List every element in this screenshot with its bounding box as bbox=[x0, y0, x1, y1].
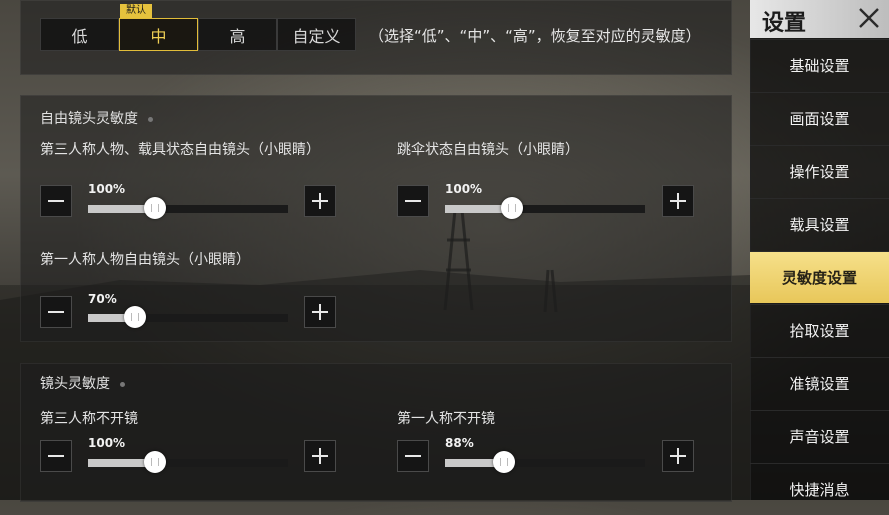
value-label: 100% bbox=[88, 182, 126, 196]
decrease-button[interactable] bbox=[40, 296, 72, 328]
setting-label-fpp-free-camera: 第一人称人物自由镜头（小眼睛） bbox=[40, 252, 250, 268]
increase-button[interactable] bbox=[304, 440, 336, 472]
plus-icon bbox=[312, 304, 328, 320]
minus-icon bbox=[48, 455, 64, 457]
sidebar-item-scope[interactable]: 准镜设置 bbox=[750, 357, 889, 409]
preset-custom-button[interactable]: 自定义 bbox=[277, 18, 356, 51]
setting-label-parachute-free-camera: 跳伞状态自由镜头（小眼睛） bbox=[397, 142, 579, 158]
setting-label-tpp-no-scope: 第三人称不开镜 bbox=[40, 411, 138, 427]
slider-track[interactable] bbox=[445, 451, 645, 473]
preset-selector: 低 中 高 自定义 bbox=[40, 18, 356, 51]
decrease-button[interactable] bbox=[40, 185, 72, 217]
plus-icon bbox=[670, 448, 686, 464]
minus-icon bbox=[48, 311, 64, 313]
decrease-button[interactable] bbox=[397, 440, 429, 472]
slider-track[interactable] bbox=[88, 451, 288, 473]
value-label: 100% bbox=[88, 436, 126, 450]
value-label: 70% bbox=[88, 292, 117, 306]
preset-medium-button[interactable]: 中 bbox=[119, 18, 198, 51]
preset-high-button[interactable]: 高 bbox=[198, 18, 277, 51]
setting-label-fpp-no-scope: 第一人称不开镜 bbox=[397, 411, 495, 427]
sidebar-header: 设置 bbox=[750, 0, 889, 38]
sidebar-item-sensitivity[interactable]: 灵敏度设置 bbox=[750, 251, 889, 303]
value-label: 100% bbox=[445, 182, 483, 196]
free-camera-panel bbox=[20, 95, 732, 342]
close-icon[interactable] bbox=[857, 6, 881, 30]
increase-button[interactable] bbox=[662, 440, 694, 472]
plus-icon bbox=[312, 448, 328, 464]
default-badge: 默认 bbox=[120, 4, 152, 18]
slider-thumb[interactable] bbox=[143, 451, 166, 473]
decrease-button[interactable] bbox=[397, 185, 429, 217]
slider-thumb[interactable] bbox=[500, 197, 523, 219]
preset-note: （选择“低”、“中”、“高”，恢复至对应的灵敏度） bbox=[369, 27, 701, 45]
plus-icon bbox=[670, 193, 686, 209]
slider-track[interactable] bbox=[88, 197, 288, 219]
sidebar-item-graphics[interactable]: 画面设置 bbox=[750, 92, 889, 144]
sidebar-item-vehicle[interactable]: 载具设置 bbox=[750, 198, 889, 250]
camera-title: 镜头灵敏度 bbox=[40, 373, 125, 393]
increase-button[interactable] bbox=[662, 185, 694, 217]
slider-thumb[interactable] bbox=[143, 197, 166, 219]
slider-track[interactable] bbox=[445, 197, 645, 219]
camera-panel bbox=[20, 363, 732, 502]
sidebar-item-sound[interactable]: 声音设置 bbox=[750, 410, 889, 462]
increase-button[interactable] bbox=[304, 296, 336, 328]
decrease-button[interactable] bbox=[40, 440, 72, 472]
slider-track[interactable] bbox=[88, 306, 288, 328]
sidebar-item-controls[interactable]: 操作设置 bbox=[750, 145, 889, 197]
slider-thumb[interactable] bbox=[123, 306, 146, 328]
minus-icon bbox=[48, 200, 64, 202]
free-camera-title: 自由镜头灵敏度 bbox=[40, 108, 153, 128]
minus-icon bbox=[405, 200, 421, 202]
preset-low-button[interactable]: 低 bbox=[40, 18, 119, 51]
sidebar-title: 设置 bbox=[762, 11, 807, 36]
sidebar-item-quick-messages[interactable]: 快捷消息 bbox=[750, 463, 889, 515]
slider-thumb[interactable] bbox=[492, 451, 515, 473]
setting-label-tpp-free-camera: 第三人称人物、载具状态自由镜头（小眼睛） bbox=[40, 142, 320, 158]
minus-icon bbox=[405, 455, 421, 457]
plus-icon bbox=[312, 193, 328, 209]
sidebar-item-pickup[interactable]: 拾取设置 bbox=[750, 304, 889, 356]
increase-button[interactable] bbox=[304, 185, 336, 217]
sidebar-item-basic[interactable]: 基础设置 bbox=[750, 39, 889, 91]
value-label: 88% bbox=[445, 436, 474, 450]
